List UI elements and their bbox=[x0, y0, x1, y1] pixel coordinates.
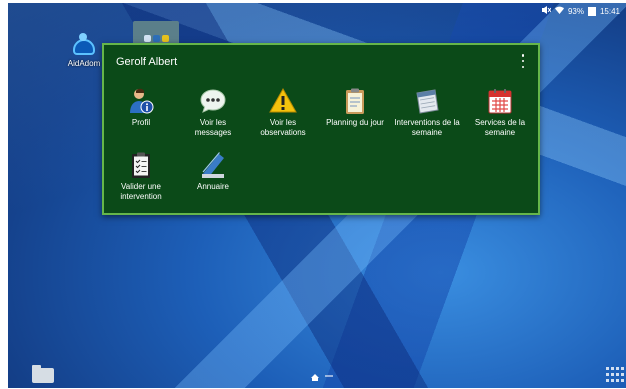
widget-title: Gerolf Albert bbox=[116, 56, 178, 68]
tile-label: Services de la semaine bbox=[474, 118, 526, 137]
calendar-grid-icon bbox=[486, 87, 514, 115]
folder-mini-app-icon bbox=[161, 35, 169, 42]
speech-bubble-icon bbox=[199, 87, 227, 115]
folder-icon[interactable] bbox=[32, 365, 54, 383]
tile-label: Valider une intervention bbox=[120, 182, 162, 201]
page-dot bbox=[325, 375, 333, 377]
user-profile-icon bbox=[127, 87, 155, 115]
page-indicator[interactable] bbox=[311, 374, 333, 381]
directory-book-icon bbox=[199, 151, 227, 179]
wifi-icon bbox=[554, 6, 564, 16]
overflow-menu-icon[interactable] bbox=[520, 54, 526, 68]
home-page-icon bbox=[311, 374, 319, 381]
battery-icon bbox=[587, 6, 596, 16]
tile-label: Interventions de la semaine bbox=[394, 118, 460, 137]
desktop-app-aidadom[interactable]: AidAdom bbox=[62, 33, 106, 68]
tile-label: Profil bbox=[131, 118, 151, 127]
tile-label: Voir les messages bbox=[194, 118, 232, 137]
tile-label: Annuaire bbox=[196, 182, 230, 191]
warning-icon bbox=[269, 87, 297, 115]
tile-label: Voir les observations bbox=[260, 118, 306, 137]
tile-interventions-semaine[interactable]: Interventions de la semaine bbox=[392, 87, 462, 137]
tile-valider-intervention[interactable]: Valider une intervention bbox=[110, 151, 172, 201]
calendar-icon bbox=[413, 87, 441, 115]
tile-label: Planning du jour bbox=[326, 118, 384, 127]
checklist-icon bbox=[127, 151, 155, 179]
aidadom-logo-icon bbox=[71, 33, 97, 55]
tile-services-semaine[interactable]: Services de la semaine bbox=[466, 87, 534, 137]
status-bar: 93% 15:41 bbox=[541, 6, 620, 16]
mute-icon bbox=[541, 6, 552, 16]
desktop-folder[interactable] bbox=[133, 21, 179, 45]
desktop-app-label: AidAdom bbox=[67, 59, 101, 68]
shortcut-widget: Gerolf Albert Profil Voir les messages V… bbox=[102, 43, 540, 215]
home-screen: 93% 15:41 AidAdom Gerolf Albert Profil V… bbox=[8, 3, 626, 388]
tile-planning-du-jour[interactable]: Planning du jour bbox=[318, 87, 392, 128]
folder-mini-app-icon bbox=[143, 35, 151, 42]
tile-annuaire[interactable]: Annuaire bbox=[182, 151, 244, 192]
tile-voir-messages[interactable]: Voir les messages bbox=[182, 87, 244, 137]
apps-drawer-icon[interactable] bbox=[606, 367, 624, 383]
tile-profil[interactable]: Profil bbox=[110, 87, 172, 128]
tile-voir-observations[interactable]: Voir les observations bbox=[252, 87, 314, 137]
clipboard-icon bbox=[341, 87, 369, 115]
folder-mini-app-icon bbox=[152, 35, 160, 42]
battery-percent: 93% bbox=[567, 6, 584, 16]
clock: 15:41 bbox=[599, 6, 620, 16]
